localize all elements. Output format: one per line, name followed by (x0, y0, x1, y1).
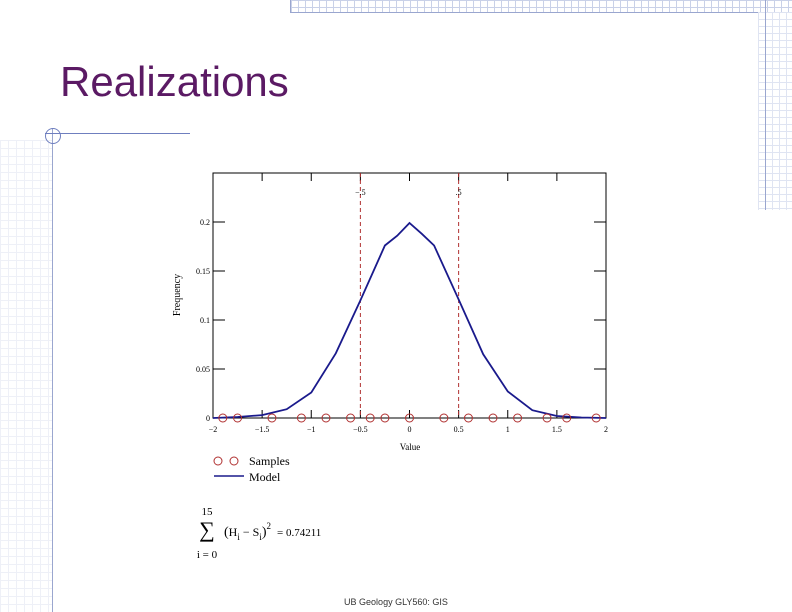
y-tick-label: 0.05 (196, 365, 210, 374)
y-tick-label: 0.1 (200, 316, 210, 325)
legend-label-model: Model (249, 470, 281, 484)
plot-area (212, 172, 607, 419)
legend-sample-marker (213, 456, 223, 466)
sum-formula: 15 ∑ i = 0 (Hi − Si)2= 0.74211 (197, 506, 321, 561)
x-tick-label: 0.5 (454, 425, 464, 434)
x-tick-label: −1 (307, 425, 316, 434)
reference-line-label: .5 (456, 188, 462, 197)
legend-label-samples: Samples (249, 454, 290, 468)
x-tick-label: 0 (408, 425, 412, 434)
reference-line-label: −.5 (355, 188, 366, 197)
legend: Samples Model (213, 454, 290, 484)
x-tick-label: 1 (506, 425, 510, 434)
plot-border (212, 172, 607, 419)
axis-ticks (212, 173, 607, 419)
y-tick-label: 0 (206, 414, 210, 423)
sum-expression: (Hi − Si)2= 0.74211 (224, 521, 321, 542)
tick-labels: 0 0.05 0.1 0.15 0.2 −2 −1.5 −1 −0.5 0 0.5 1 1.5 2 (196, 218, 608, 434)
x-tick-label: −2 (209, 425, 218, 434)
x-tick-label: 2 (604, 425, 608, 434)
sigma-symbol: ∑ (199, 517, 215, 542)
reference-lines: −.5 .5 (355, 173, 462, 418)
x-tick-label: −1.5 (255, 425, 270, 434)
x-tick-label: 1.5 (552, 425, 562, 434)
frequency-chart: −.5 .5 0 0.05 0.1 0.15 0.2 −2 −1.5 −1 −0.5 0 0.5 1 1.… (172, 172, 608, 561)
model-line (212, 221, 607, 419)
y-tick-label: 0.2 (200, 218, 210, 227)
slide-footer: UB Geology GLY560: GIS (344, 597, 448, 607)
legend-sample-marker (229, 456, 239, 466)
y-axis-label: Frequency (172, 274, 183, 316)
y-tick-label: 0.15 (196, 267, 210, 276)
sum-lower-limit: i = 0 (197, 549, 218, 561)
x-tick-label: −0.5 (353, 425, 368, 434)
x-axis-label: Value (400, 442, 421, 452)
model-series (212, 221, 607, 419)
